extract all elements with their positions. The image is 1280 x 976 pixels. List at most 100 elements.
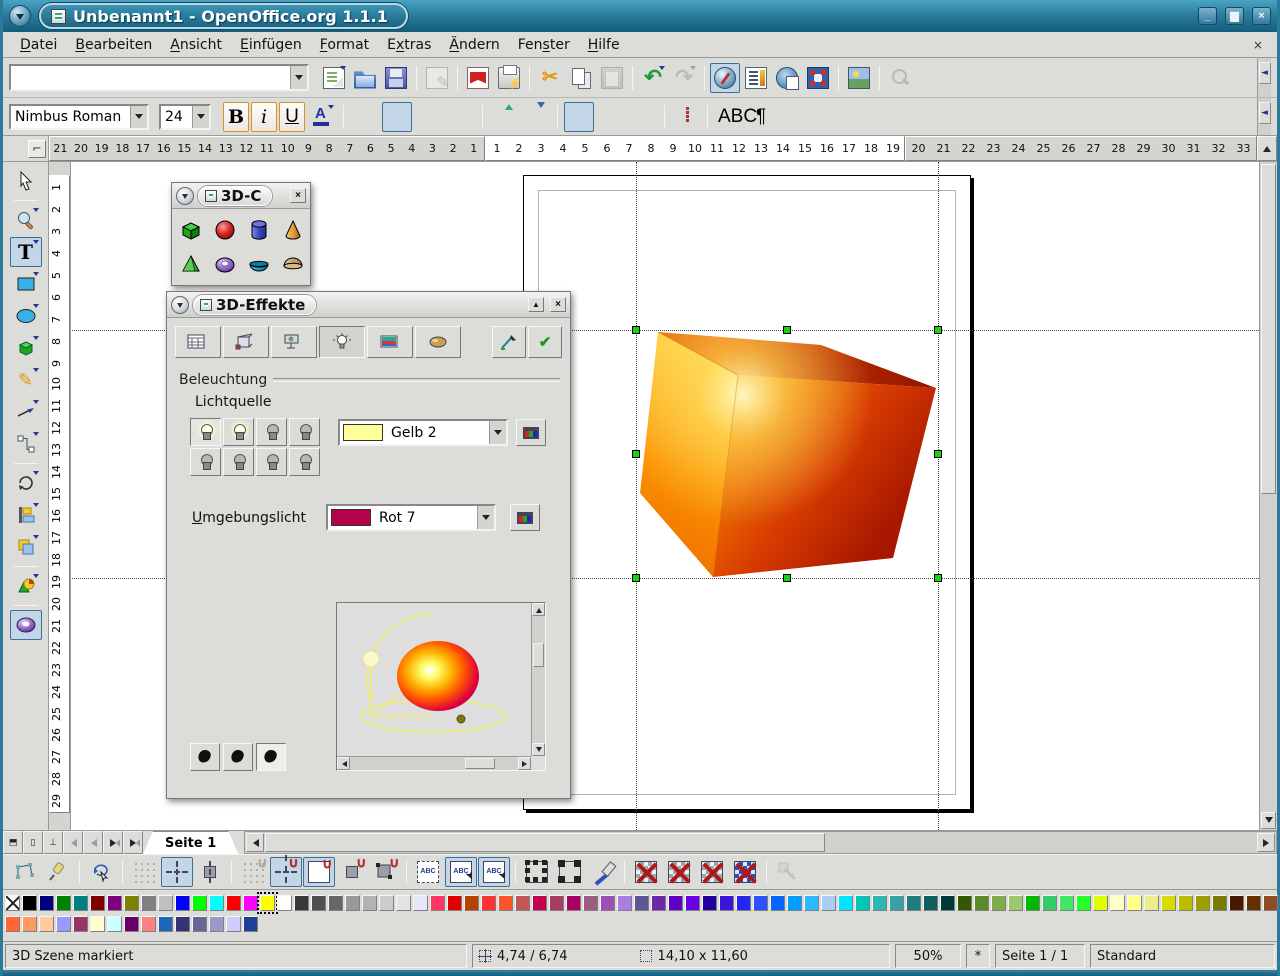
font-name-combobox[interactable]: Nimbus Roman (9, 104, 149, 130)
color-swatch[interactable] (515, 895, 530, 911)
zoom-tool[interactable] (10, 205, 42, 235)
navigator-button[interactable] (710, 63, 740, 93)
color-swatch[interactable] (634, 895, 649, 911)
color-swatch[interactable] (464, 895, 479, 911)
gallery-button[interactable] (772, 63, 802, 93)
color-swatch[interactable] (90, 916, 105, 932)
preview-scroll-right[interactable] (518, 757, 531, 770)
color-swatch[interactable] (821, 895, 836, 911)
curve-tool[interactable]: ✎ (10, 365, 42, 395)
first-page-button[interactable] (63, 831, 83, 854)
palette-close-button[interactable]: × (290, 188, 306, 203)
status-page[interactable]: Seite 1 / 1 (995, 944, 1085, 968)
color-swatch[interactable] (379, 895, 394, 911)
color-swatch[interactable] (1025, 895, 1040, 911)
open-button[interactable] (350, 63, 380, 93)
color-swatch[interactable] (787, 895, 802, 911)
color-swatch[interactable] (804, 895, 819, 911)
edit-file-button[interactable] (422, 63, 452, 93)
menu-item[interactable]: Datei (11, 34, 66, 56)
menu-item[interactable]: Fenster (509, 34, 579, 56)
paragraph-dialog-button[interactable]: ¶ (746, 102, 776, 132)
handle-middle-right[interactable] (934, 450, 942, 458)
color-swatch[interactable] (5, 916, 20, 932)
3d-objects-tool[interactable] (10, 333, 42, 363)
menu-item[interactable]: Ändern (440, 34, 508, 56)
assign-button[interactable]: ✔ (528, 326, 562, 358)
palette-menu-button[interactable] (176, 187, 194, 205)
color-swatch[interactable] (294, 895, 309, 911)
color-swatch[interactable] (617, 895, 632, 911)
color-swatch[interactable] (651, 895, 666, 911)
handle-top-left[interactable] (632, 326, 640, 334)
handle-bottom-right[interactable] (934, 574, 942, 582)
tabstop-selector[interactable]: ⌐ (28, 140, 46, 158)
undo-button[interactable]: ↶ (638, 63, 668, 93)
light-5-button[interactable] (190, 448, 221, 476)
print-button[interactable] (494, 63, 524, 93)
handle-top-right[interactable] (934, 326, 942, 334)
preview-vscroll[interactable] (531, 603, 545, 756)
color-swatch[interactable] (311, 895, 326, 911)
horizontal-ruler[interactable]: 212019181716151413121110987654321 123456… (49, 136, 1257, 161)
color-swatch[interactable] (974, 895, 989, 911)
vertical-ruler[interactable]: 1234567891011121314151617181920212223242… (49, 162, 71, 830)
color-swatch[interactable] (124, 895, 139, 911)
align-justify-button[interactable] (446, 102, 476, 132)
color-swatch[interactable] (770, 895, 785, 911)
url-combobox[interactable] (9, 64, 309, 91)
3d-cone-button[interactable] (276, 213, 310, 247)
color-swatch[interactable] (56, 895, 71, 911)
tab-material[interactable] (415, 326, 461, 358)
dialog-rollup-button[interactable]: ▲ (528, 297, 544, 312)
3d-shell-button[interactable] (242, 247, 276, 281)
light-preview[interactable] (336, 602, 546, 771)
window-menu-button[interactable] (9, 5, 31, 27)
rectangle-tool[interactable] (10, 269, 42, 299)
handle-bottom-center[interactable] (783, 574, 791, 582)
dialog-menu-button[interactable] (171, 296, 189, 314)
light-2-button[interactable] (223, 418, 254, 446)
3d-cube-object[interactable] (603, 310, 963, 600)
color-swatch-selected[interactable] (260, 895, 275, 911)
align-right-button[interactable] (414, 102, 444, 132)
color-swatch[interactable] (158, 916, 173, 932)
color-swatch[interactable] (668, 895, 683, 911)
color-swatch[interactable] (141, 895, 156, 911)
paste-button[interactable] (597, 63, 627, 93)
color-swatch[interactable] (1008, 895, 1023, 911)
tab-illumination[interactable] (319, 326, 365, 358)
vertical-scrollbar[interactable] (1259, 162, 1277, 830)
light-6-button[interactable] (223, 448, 254, 476)
color-swatch[interactable] (889, 895, 904, 911)
save-button[interactable] (381, 63, 411, 93)
ambient-color-dropdown-icon[interactable] (477, 506, 494, 529)
italic-button[interactable]: i (251, 102, 277, 132)
light-3-button[interactable] (256, 418, 287, 446)
color-swatch[interactable] (362, 895, 377, 911)
preview-figure-button[interactable] (223, 743, 253, 771)
collapse-toolbar-icon[interactable]: ◄ (1259, 62, 1271, 84)
color-swatch[interactable] (838, 895, 853, 911)
character-dialog-button[interactable]: ABC (714, 102, 744, 132)
3d-half-sphere-button[interactable] (276, 247, 310, 281)
contour-mode-button[interactable] (663, 857, 695, 887)
color-swatch[interactable] (736, 895, 751, 911)
handle-middle-left[interactable] (632, 450, 640, 458)
horizontal-scrollbar[interactable] (244, 831, 1277, 854)
color-swatch[interactable] (1042, 895, 1057, 911)
insert-tool[interactable] (10, 571, 42, 601)
increase-paragraph-spacing-button[interactable] (489, 102, 519, 132)
stylist-button[interactable] (741, 63, 771, 93)
color-swatch[interactable] (1195, 895, 1210, 911)
vertical-scrollbar-thumb[interactable] (1261, 164, 1276, 494)
page-mode-button[interactable]: ▯ (23, 831, 43, 854)
font-color-button[interactable] (307, 102, 337, 132)
3d-torus-button[interactable] (208, 247, 242, 281)
color-swatch[interactable] (957, 895, 972, 911)
line-contour-only-button[interactable] (729, 857, 761, 887)
scroll-down-button[interactable] (1261, 812, 1276, 829)
color-swatch[interactable] (243, 895, 258, 911)
next-page-button[interactable] (103, 831, 123, 854)
bullets-button[interactable] (671, 102, 701, 132)
